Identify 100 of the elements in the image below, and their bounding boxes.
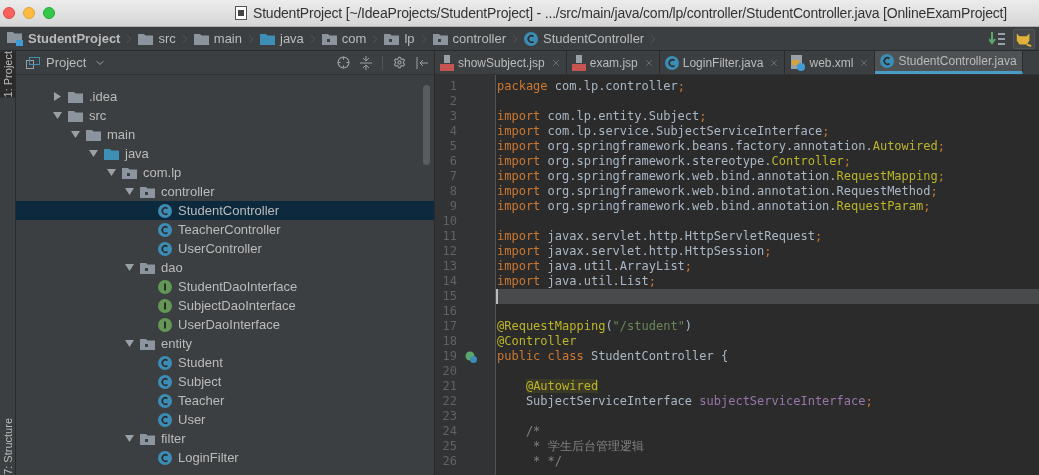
locate-icon[interactable] (337, 56, 350, 69)
folder-icon (68, 109, 83, 122)
code-line: * */ (532, 454, 563, 469)
code-line: import com.lp.service.SubjectServiceInterface; (497, 124, 830, 139)
tree-item[interactable]: filter (16, 429, 434, 448)
class-icon (158, 393, 172, 408)
tree-item[interactable]: SubjectDaoInterface (16, 296, 434, 315)
folder-icon (68, 90, 83, 103)
folder-icon (140, 261, 155, 274)
panel-icon (26, 56, 40, 69)
breadcrumb[interactable]: StudentController (522, 28, 647, 49)
class-icon (524, 31, 538, 46)
tree-item[interactable]: UserDaoInterface (16, 315, 434, 334)
maximize-window-button[interactable] (43, 7, 55, 19)
tree-item[interactable]: Student (16, 353, 434, 372)
breadcrumb[interactable]: lp (382, 28, 417, 49)
breadcrumb[interactable]: src (136, 28, 178, 49)
breadcrumb[interactable]: com (319, 28, 369, 49)
tool-window-tab[interactable]: 1: Project (0, 51, 16, 98)
tree-item[interactable]: LoginFilter (16, 448, 434, 467)
folder-icon (104, 147, 119, 160)
editor-tab[interactable]: LoginFilter.java (659, 51, 786, 74)
folder-icon (140, 432, 155, 445)
editor-tab[interactable]: StudentController.java (875, 51, 1023, 74)
editor-tab[interactable]: showSubject.jsp (435, 51, 567, 74)
expanded-arrow-icon[interactable] (124, 339, 134, 348)
tree-item[interactable]: StudentController (16, 201, 434, 220)
folder-icon (384, 32, 400, 45)
binary-icon[interactable] (989, 30, 1007, 47)
tree-item[interactable]: User (16, 410, 434, 429)
code-line: import com.lp.entity.Subject; (497, 109, 707, 124)
breadcrumb[interactable]: controller (430, 28, 508, 49)
tree-item[interactable]: StudentDaoInterface (16, 277, 434, 296)
text-cursor (496, 289, 498, 304)
code-line: import java.util.List; (497, 274, 656, 289)
breadcrumb[interactable]: StudentProject (5, 28, 123, 49)
folder-icon (432, 32, 448, 45)
code-line: import org.springframework.web.bind.annotation.RequestParam; (497, 199, 931, 214)
code-line: import org.springframework.web.bind.annotation.RequestMapping; (497, 169, 945, 184)
class-icon (158, 450, 172, 465)
cat-icon[interactable] (1013, 28, 1035, 49)
tree-item[interactable]: controller (16, 182, 434, 201)
breadcrumb[interactable]: main (191, 28, 244, 49)
expanded-arrow-icon[interactable] (124, 263, 134, 272)
close-window-button[interactable] (3, 7, 15, 19)
code-line: public class StudentController { (497, 349, 729, 364)
tool-window-tab[interactable]: 7: Structure (0, 418, 16, 475)
tree-item[interactable]: Teacher (16, 391, 434, 410)
class-icon (880, 54, 895, 68)
editor-tab[interactable]: web.xml (785, 51, 876, 74)
tree-item[interactable]: main (16, 125, 434, 144)
folder-icon (86, 128, 101, 141)
tree-item[interactable]: dao (16, 258, 434, 277)
panel-title[interactable]: Project (46, 52, 87, 73)
tree-item[interactable]: .idea (16, 87, 434, 106)
tree-item[interactable]: entity (16, 334, 434, 353)
class-icon (158, 355, 172, 370)
code-line: /* (524, 424, 541, 439)
jsp-file-icon (571, 54, 586, 71)
close-icon[interactable] (769, 57, 780, 68)
code-line: import java.util.ArrayList; (497, 259, 693, 274)
implemented-icon[interactable] (465, 350, 477, 363)
collapse-icon[interactable] (360, 55, 372, 70)
jsp-file-icon (440, 54, 454, 71)
folder-icon (193, 32, 209, 45)
code-line: import org.springframework.beans.factory.annotation.Autowired; (497, 139, 945, 154)
code-line: import javax.servlet.http.HttpServletRequest; (497, 229, 823, 244)
tree-item[interactable]: UserController (16, 239, 434, 258)
tree-item[interactable]: Subject (16, 372, 434, 391)
tree-item[interactable]: com.lp (16, 163, 434, 182)
code-line: package com.lp.controller; (497, 79, 685, 94)
class-icon (158, 241, 172, 256)
code-line: * 学生后台管理逻辑 (532, 439, 644, 454)
folder-icon (140, 337, 155, 350)
breadcrumb[interactable]: java (258, 28, 306, 49)
class-icon (664, 55, 679, 70)
code-line: import org.springframework.stereotype.Controller; (497, 154, 852, 169)
editor-tab[interactable]: exam.jsp (566, 51, 660, 74)
tree-item[interactable]: java (16, 144, 434, 163)
class-icon (158, 203, 172, 218)
close-icon[interactable] (550, 57, 561, 68)
close-icon[interactable] (643, 57, 654, 68)
collapsed-arrow-icon[interactable] (52, 92, 62, 101)
class-icon (158, 412, 172, 427)
scrollbar-thumb[interactable] (423, 85, 430, 165)
settings-icon[interactable] (393, 56, 406, 69)
expanded-arrow-icon[interactable] (124, 434, 134, 443)
close-icon[interactable] (859, 57, 870, 68)
tree-item[interactable]: src (16, 106, 434, 125)
folder-icon (140, 185, 155, 198)
tree-item[interactable]: TeacherController (16, 220, 434, 239)
class-icon (158, 222, 172, 237)
code-line: @RequestMapping("/student") (497, 319, 693, 334)
hide-icon[interactable] (416, 55, 428, 70)
class-icon (158, 374, 172, 389)
interface-icon (158, 317, 172, 332)
code-line: import org.springframework.web.bind.annotation.RequestMethod; (497, 184, 938, 199)
interface-icon (158, 279, 172, 294)
code-line: SubjectServiceInterface subjectServiceInterface; (524, 394, 873, 409)
code-line: import javax.servlet.http.HttpSession; (497, 244, 772, 259)
